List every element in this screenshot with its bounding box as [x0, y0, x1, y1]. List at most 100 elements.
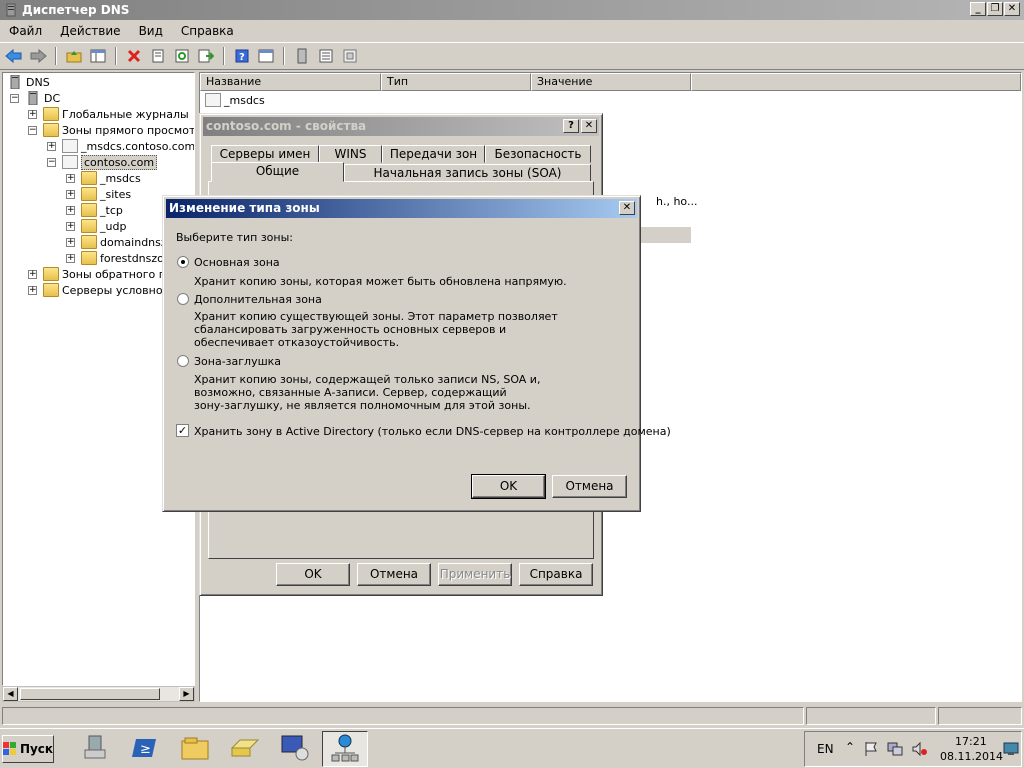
expand-sites[interactable]: +	[66, 190, 75, 199]
restore-button[interactable]: ❐	[987, 2, 1003, 16]
properties-help-button[interactable]: Справка	[519, 563, 593, 586]
language-indicator[interactable]: EN	[817, 742, 834, 756]
stub-zone-label[interactable]: Зона-заглушка	[194, 355, 281, 368]
tab-name-servers[interactable]: Серверы имен	[211, 145, 319, 163]
tree-node-sites[interactable]: _sites	[81, 186, 131, 202]
expand-udp[interactable]: +	[66, 222, 75, 231]
ad-integrated-checkbox[interactable]: ✓	[176, 424, 189, 437]
properties-ok-button[interactable]: OK	[276, 563, 350, 586]
help-icon[interactable]: ?	[232, 46, 252, 66]
expand-msdcs-zone[interactable]: +	[47, 142, 56, 151]
menu-file[interactable]: Файл	[0, 24, 51, 38]
expand-msdcs[interactable]: +	[66, 174, 75, 183]
column-value[interactable]: Значение	[531, 73, 691, 91]
record-list-icon[interactable]	[316, 46, 336, 66]
properties-cancel-button[interactable]: Отмена	[357, 563, 431, 586]
clock-date[interactable]: 08.11.2014	[940, 750, 1003, 763]
zone-type-close-button[interactable]: ✕	[619, 201, 635, 215]
collapse-forward-zones[interactable]: −	[28, 126, 37, 135]
zone-type-cancel-button[interactable]: Отмена	[552, 475, 627, 498]
volume-muted-icon[interactable]	[911, 741, 927, 760]
network-icon[interactable]	[887, 741, 903, 760]
zone-record-icon[interactable]	[340, 46, 360, 66]
tree-node-global-logs[interactable]: Глобальные журналы	[43, 106, 189, 122]
menu-action[interactable]: Действие	[51, 24, 129, 38]
tree-node-udp[interactable]: _udp	[81, 218, 126, 234]
tree-node-domaindnszones[interactable]: domaindnszo	[81, 234, 173, 250]
close-button[interactable]: ✕	[1004, 2, 1020, 16]
radio-primary-zone[interactable]	[177, 256, 189, 268]
delete-icon[interactable]	[124, 46, 144, 66]
collapse-contoso[interactable]: −	[47, 158, 56, 167]
tab-general[interactable]: Общие	[211, 162, 344, 182]
properties-icon[interactable]	[148, 46, 168, 66]
tree-node-tcp[interactable]: _tcp	[81, 202, 123, 218]
show-desktop-icon[interactable]	[1003, 741, 1019, 760]
server-manager-taskbar-button[interactable]	[72, 731, 118, 767]
minimize-button[interactable]: _	[970, 2, 986, 16]
back-arrow-icon[interactable]	[4, 46, 24, 66]
properties-help-icon[interactable]: ?	[563, 119, 579, 133]
radio-stub-zone[interactable]	[177, 355, 189, 367]
expand-forestdnszones[interactable]: +	[66, 254, 75, 263]
tree-node-contoso[interactable]: contoso.com	[62, 154, 158, 170]
start-button[interactable]: Пуск	[2, 735, 54, 763]
export-list-icon[interactable]	[196, 46, 216, 66]
refresh-icon[interactable]	[172, 46, 192, 66]
file-manager-taskbar-button[interactable]	[222, 731, 268, 767]
column-type[interactable]: Тип	[381, 73, 531, 91]
main-titlebar[interactable]: Диспетчер DNS _ ❐ ✕	[0, 0, 1024, 20]
expand-tcp[interactable]: +	[66, 206, 75, 215]
console-icon[interactable]	[256, 46, 276, 66]
primary-zone-label[interactable]: Основная зона	[194, 256, 280, 269]
properties-apply-button[interactable]: Применить	[438, 563, 512, 586]
up-folder-icon[interactable]	[64, 46, 84, 66]
explorer-taskbar-button[interactable]	[172, 731, 218, 767]
tree-node-msdcs[interactable]: _msdcs	[81, 170, 141, 186]
dns-root-icon	[7, 74, 23, 90]
server-icon[interactable]	[292, 46, 312, 66]
dns-manager-taskbar-button[interactable]	[322, 731, 368, 767]
tree-node-dc[interactable]: DC	[25, 90, 60, 106]
list-item[interactable]: _msdcs	[205, 92, 265, 108]
expand-reverse-zones[interactable]: +	[28, 270, 37, 279]
column-name[interactable]: Название	[200, 73, 381, 91]
expand-global-logs[interactable]: +	[28, 110, 37, 119]
tab-security[interactable]: Безопасность	[485, 145, 591, 163]
zone-type-ok-button[interactable]: OK	[471, 474, 546, 499]
scroll-thumb[interactable]	[20, 688, 160, 700]
tree-node-forestdnszones[interactable]: forestdnszor	[81, 250, 168, 266]
zone-type-dialog-titlebar[interactable]: Изменение типа зоны ✕	[166, 199, 637, 218]
forward-arrow-icon[interactable]	[28, 46, 48, 66]
expand-conditional-forwarders[interactable]: +	[28, 286, 37, 295]
powershell-taskbar-button[interactable]: ≥	[122, 731, 168, 767]
tree-node-msdcs-zone[interactable]: _msdcs.contoso.com	[62, 138, 194, 154]
properties-close-button[interactable]: ✕	[581, 119, 597, 133]
tab-wins[interactable]: WINS	[319, 145, 382, 163]
tree-node-conditional-forwarders[interactable]: Серверы условной	[43, 282, 170, 298]
clock-time[interactable]: 17:21	[955, 735, 987, 748]
change-zone-type-dialog[interactable]: Изменение типа зоны ✕ Выберите тип зоны:…	[162, 195, 671, 512]
menu-view[interactable]: Вид	[130, 24, 172, 38]
tree-node-forward-zones[interactable]: Зоны прямого просмотра	[43, 122, 194, 138]
tree-node-dns[interactable]: DNS	[7, 74, 50, 90]
folder-icon	[81, 171, 97, 185]
scroll-right-arrow-icon[interactable]: ▶	[179, 687, 194, 701]
ad-integrated-label[interactable]: Хранить зону в Active Directory (только …	[194, 425, 671, 438]
zone-icon	[62, 155, 78, 169]
tree-node-reverse-zones[interactable]: Зоны обратного пр	[43, 266, 173, 282]
scroll-left-arrow-icon[interactable]: ◀	[3, 687, 18, 701]
collapse-dc[interactable]: −	[10, 94, 19, 103]
expand-domaindnszones[interactable]: +	[66, 238, 75, 247]
secondary-zone-label[interactable]: Дополнительная зона	[194, 293, 322, 306]
show-hidden-icons-icon[interactable]: ⌃	[845, 740, 855, 754]
tab-soa[interactable]: Начальная запись зоны (SOA)	[344, 164, 591, 182]
radio-secondary-zone[interactable]	[177, 293, 189, 305]
network-admin-taskbar-button[interactable]	[272, 731, 318, 767]
tab-zone-transfers[interactable]: Передачи зон	[382, 145, 485, 163]
properties-dialog-titlebar[interactable]: contoso.com - свойства ? ✕	[203, 117, 599, 136]
menu-help[interactable]: Справка	[172, 24, 243, 38]
flag-icon[interactable]	[863, 741, 879, 760]
tree-horizontal-scrollbar[interactable]: ◀ ▶	[2, 686, 195, 702]
show-tree-icon[interactable]	[88, 46, 108, 66]
